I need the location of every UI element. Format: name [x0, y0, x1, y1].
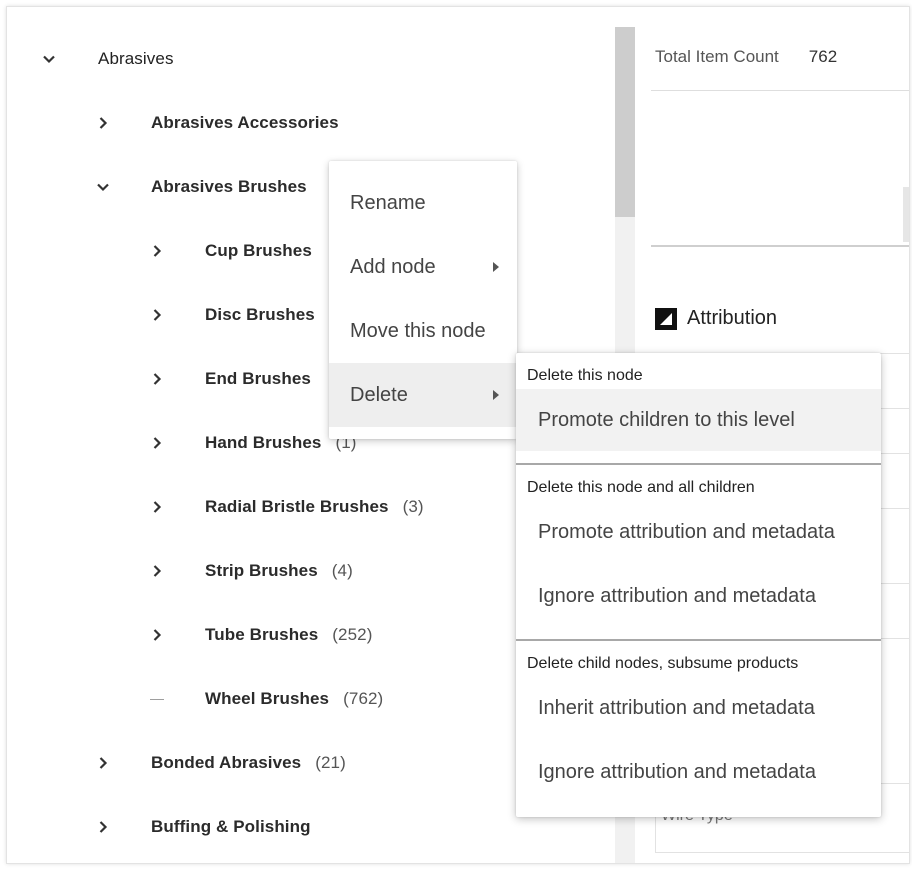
- submenu-option-label: Ignore attribution and metadata: [538, 584, 816, 607]
- menu-item-label: Move this node: [350, 319, 486, 342]
- tree-node-abrasives-brushes[interactable]: Abrasives Brushes: [7, 167, 607, 207]
- tree-node-label: Bonded Abrasives (21): [151, 753, 346, 773]
- node-context-menu: Rename Add node Move this node Delete: [329, 161, 517, 439]
- chevron-right-icon[interactable]: [96, 756, 110, 770]
- chevron-down-icon[interactable]: [42, 52, 56, 66]
- chevron-right-icon[interactable]: [150, 308, 164, 322]
- chevron-right-icon[interactable]: [150, 564, 164, 578]
- submenu-option-label: Promote attribution and metadata: [538, 520, 835, 543]
- leaf-dash-icon: [150, 699, 164, 700]
- submenu-group-heading: Delete child nodes, subsume products: [527, 655, 799, 672]
- option-inherit-attribution[interactable]: Inherit attribution and metadata: [516, 677, 881, 739]
- tree-node-count: (252): [332, 625, 373, 644]
- menu-item-label: Delete: [350, 383, 408, 406]
- tree-node-count: (21): [315, 753, 346, 772]
- tree-node-abrasives-accessories[interactable]: Abrasives Accessories: [7, 103, 607, 143]
- scroll-edge: [903, 187, 909, 242]
- taxonomy-window: Abrasives Abrasives Accessories Abrasive…: [6, 6, 910, 864]
- option-promote-attribution[interactable]: Promote attribution and metadata: [516, 501, 881, 563]
- tree-node-text: Tube Brushes: [205, 625, 319, 644]
- attribution-title: Attribution: [687, 307, 778, 329]
- submenu-group-heading: Delete this node: [527, 367, 643, 384]
- tree-node-text: Strip Brushes: [205, 561, 318, 580]
- submenu-option-label: Inherit attribution and metadata: [538, 696, 815, 719]
- menu-item-label: Add node: [350, 255, 436, 278]
- option-ignore-attribution-subsume[interactable]: Ignore attribution and metadata: [516, 741, 881, 803]
- tree-node-label: Tube Brushes (252): [205, 625, 372, 645]
- submenu-group-heading: Delete this node and all children: [527, 479, 755, 496]
- delete-submenu: Delete this node Promote children to thi…: [516, 353, 881, 817]
- tree-node-text: Hand Brushes: [205, 433, 322, 452]
- submenu-option-label: Promote children to this level: [538, 408, 795, 431]
- chevron-down-icon[interactable]: [96, 180, 110, 194]
- attribution-icon: [655, 307, 677, 330]
- tree-node-text: Bonded Abrasives: [151, 753, 302, 772]
- tree-node-count: (4): [331, 561, 353, 580]
- tree-node-disc-brushes[interactable]: Disc Brushes: [7, 295, 607, 335]
- chevron-right-icon[interactable]: [150, 244, 164, 258]
- tree-node-label: Abrasives Brushes: [151, 177, 307, 196]
- total-item-count-label: Total Item Count: [655, 47, 779, 66]
- option-ignore-attribution[interactable]: Ignore attribution and metadata: [516, 565, 881, 627]
- attribution-heading: Attribution: [655, 307, 777, 330]
- option-promote-children[interactable]: Promote children to this level: [516, 389, 881, 451]
- tree-scrollbar-thumb[interactable]: [615, 27, 635, 217]
- tree-node-abrasives[interactable]: Abrasives: [7, 39, 607, 79]
- chevron-right-icon[interactable]: [96, 820, 110, 834]
- tree-node-label: Radial Bristle Brushes (3): [205, 497, 424, 517]
- chevron-right-icon[interactable]: [150, 500, 164, 514]
- tree-node-label: Disc Brushes: [205, 305, 315, 324]
- tree-node-label: Wheel Brushes (762): [205, 689, 383, 709]
- chevron-right-icon[interactable]: [150, 628, 164, 642]
- tree-node-label: Buffing & Polishing: [151, 817, 311, 836]
- total-item-count-value: 762: [808, 47, 838, 66]
- chevron-right-icon[interactable]: [96, 116, 110, 130]
- tree-node-label: Abrasives: [98, 49, 174, 68]
- submenu-option-label: Ignore attribution and metadata: [538, 760, 816, 783]
- menu-item-rename[interactable]: Rename: [329, 171, 517, 235]
- tree-node-label: Abrasives Accessories: [151, 113, 339, 132]
- submenu-divider: [516, 639, 881, 641]
- tree-node-text: Wheel Brushes: [205, 689, 330, 708]
- divider: [651, 90, 909, 91]
- submenu-divider: [516, 463, 881, 465]
- tree-node-cup-brushes[interactable]: Cup Brushes: [7, 231, 607, 271]
- menu-item-delete[interactable]: Delete: [329, 363, 517, 427]
- tree-node-label: Cup Brushes: [205, 241, 312, 260]
- chevron-right-icon[interactable]: [150, 372, 164, 386]
- total-item-count: Total Item Count 762: [655, 47, 837, 67]
- tree-node-label: Strip Brushes (4): [205, 561, 353, 581]
- tree-node-count: (3): [402, 497, 424, 516]
- menu-item-add-node[interactable]: Add node: [329, 235, 517, 299]
- tree-node-count: (762): [343, 689, 384, 708]
- menu-item-label: Rename: [350, 191, 426, 214]
- chevron-right-icon[interactable]: [150, 436, 164, 450]
- divider: [651, 245, 909, 247]
- caret-right-icon: [493, 390, 499, 400]
- menu-item-move-node[interactable]: Move this node: [329, 299, 517, 363]
- tree-node-label: End Brushes: [205, 369, 311, 388]
- tree-node-text: Radial Bristle Brushes: [205, 497, 389, 516]
- caret-right-icon: [493, 262, 499, 272]
